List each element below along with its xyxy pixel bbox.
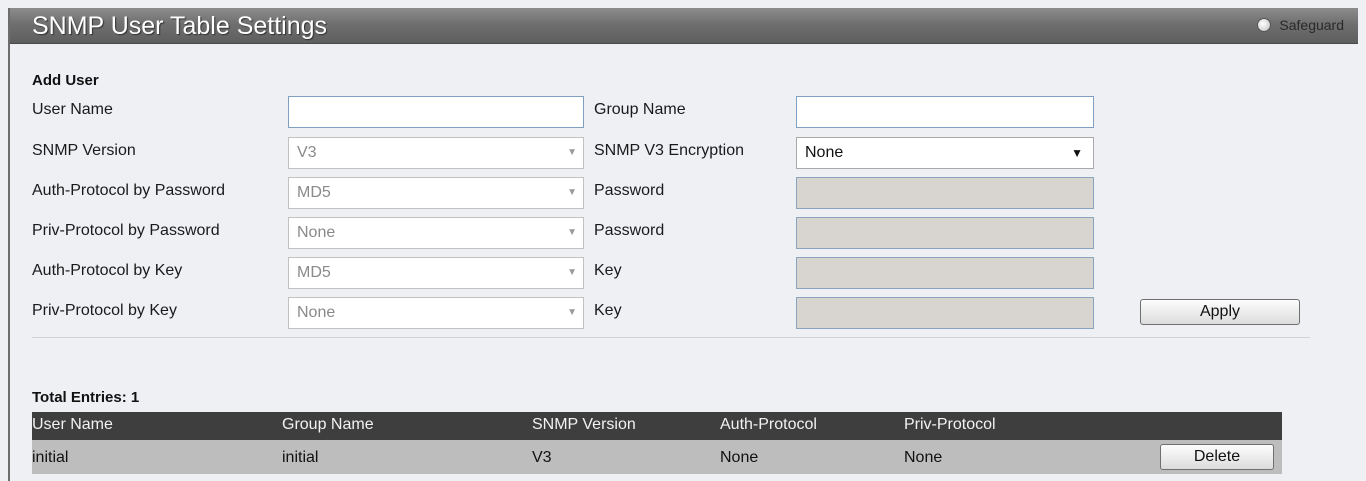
user-name-input[interactable] — [288, 96, 584, 128]
group-name-label: Group Name — [594, 101, 686, 118]
cell-priv-protocol: None — [904, 449, 943, 466]
cell-user-name: initial — [32, 449, 69, 466]
delete-button[interactable]: Delete — [1160, 444, 1274, 470]
add-user-heading: Add User — [32, 72, 99, 89]
snmp-v3-encryption-value: None — [805, 144, 844, 161]
key-label: Key — [594, 262, 622, 279]
chevron-down-icon: ▼ — [1071, 146, 1083, 160]
key-label: Key — [594, 302, 622, 319]
chevron-down-icon: ▼ — [567, 227, 577, 238]
snmp-v3-encryption-select[interactable]: None ▼ — [796, 137, 1094, 169]
snmp-version-select[interactable]: V3 ▼ — [288, 137, 584, 169]
priv-protocol-password-select[interactable]: None ▼ — [288, 217, 584, 249]
auth-protocol-password-label: Auth-Protocol by Password — [32, 182, 225, 199]
column-header-priv-protocol: Priv-Protocol — [904, 416, 996, 433]
group-name-input[interactable] — [796, 96, 1094, 128]
priv-protocol-key-value: None — [297, 304, 336, 321]
snmp-version-label: SNMP Version — [32, 142, 136, 159]
cell-group-name: initial — [282, 449, 319, 466]
column-header-group-name: Group Name — [282, 416, 374, 433]
password-label: Password — [594, 182, 665, 199]
priv-protocol-password-label: Priv-Protocol by Password — [32, 222, 220, 239]
cell-snmp-version: V3 — [532, 449, 552, 466]
table-header: User Name Group Name SNMP Version Auth-P… — [32, 412, 1282, 440]
safeguard-radio-icon[interactable] — [1257, 18, 1272, 32]
auth-protocol-key-select[interactable]: MD5 ▼ — [288, 257, 584, 289]
column-header-snmp-version: SNMP Version — [532, 416, 636, 433]
safeguard-indicator[interactable]: Safeguard — [1257, 17, 1344, 33]
auth-protocol-password-select[interactable]: MD5 ▼ — [288, 177, 584, 209]
page-title: SNMP User Table Settings — [32, 12, 328, 40]
total-entries-label: Total Entries: 1 — [32, 389, 140, 406]
priv-protocol-key-select[interactable]: None ▼ — [288, 297, 584, 329]
auth-key-input[interactable] — [796, 257, 1094, 289]
priv-password-input[interactable] — [796, 217, 1094, 249]
column-header-auth-protocol: Auth-Protocol — [720, 416, 817, 433]
cell-auth-protocol: None — [720, 449, 759, 466]
priv-key-input[interactable] — [796, 297, 1094, 329]
table-row: initial initial V3 None None Delete — [32, 440, 1282, 474]
apply-button[interactable]: Apply — [1140, 299, 1300, 325]
priv-protocol-key-label: Priv-Protocol by Key — [32, 302, 177, 319]
auth-protocol-password-value: MD5 — [297, 184, 331, 201]
snmp-user-table-panel: SNMP User Table Settings Safeguard Add U… — [8, 8, 1358, 481]
auth-protocol-key-value: MD5 — [297, 264, 331, 281]
auth-protocol-key-label: Auth-Protocol by Key — [32, 262, 183, 279]
snmp-v3-encryption-label: SNMP V3 Encryption — [594, 142, 744, 159]
password-label: Password — [594, 222, 665, 239]
priv-protocol-password-value: None — [297, 224, 336, 241]
auth-password-input[interactable] — [796, 177, 1094, 209]
snmp-version-value: V3 — [297, 144, 317, 161]
chevron-down-icon: ▼ — [567, 307, 577, 318]
section-divider — [32, 337, 1310, 338]
chevron-down-icon: ▼ — [567, 147, 577, 158]
title-bar: SNMP User Table Settings Safeguard — [10, 8, 1358, 44]
chevron-down-icon: ▼ — [567, 267, 577, 278]
safeguard-label: Safeguard — [1279, 17, 1344, 33]
column-header-user-name: User Name — [32, 416, 113, 433]
chevron-down-icon: ▼ — [567, 187, 577, 198]
user-name-label: User Name — [32, 101, 113, 118]
